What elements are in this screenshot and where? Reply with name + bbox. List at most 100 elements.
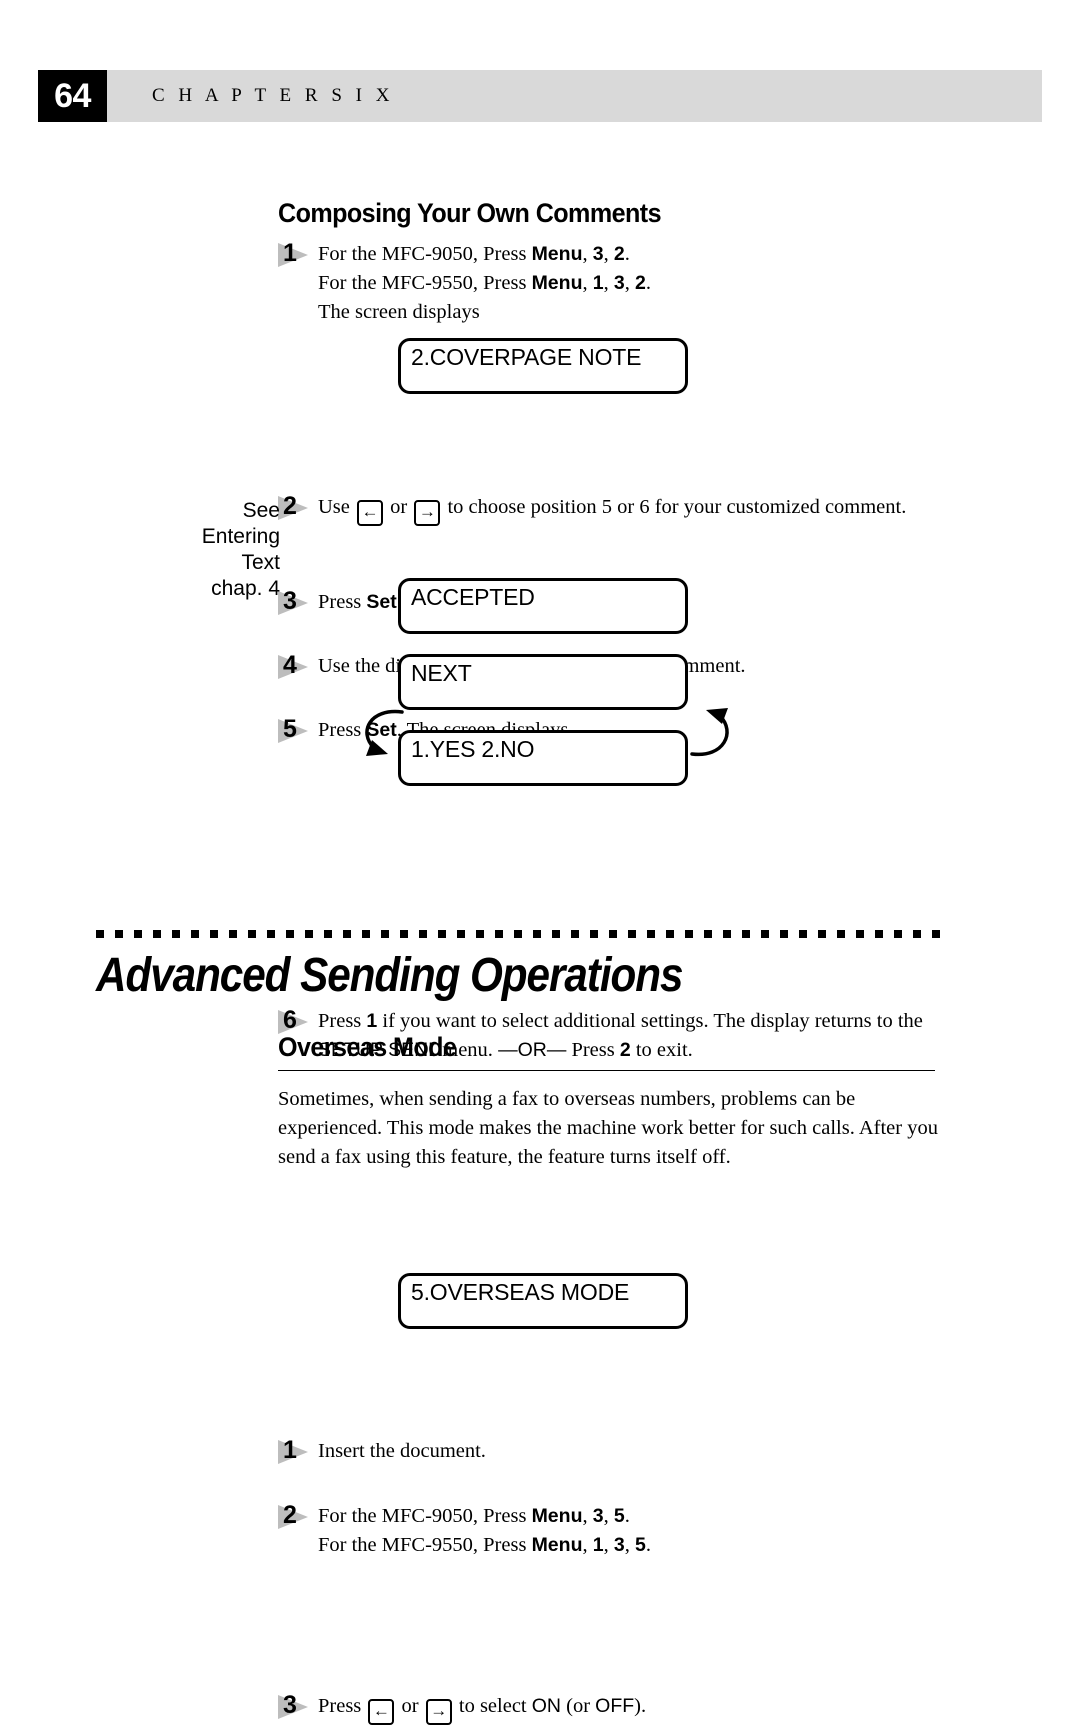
- step-text: ,: [603, 1505, 614, 1527]
- step-line: For the MFC-9550, Press Menu, 1, 3, 5.: [318, 1531, 978, 1560]
- step-text: ).: [634, 1695, 647, 1717]
- key-digit: 3: [613, 1534, 625, 1556]
- step-text: Insert the document.: [318, 1440, 486, 1462]
- key-digit: 2: [634, 272, 646, 294]
- step-number-marker: 4: [278, 651, 312, 679]
- key-menu: Menu: [531, 243, 583, 265]
- step-line: For the MFC-9550, Press Menu, 1, 3, 2.: [318, 269, 978, 298]
- step-text: (or: [561, 1695, 596, 1717]
- lcd-text: 2.COVERPAGE NOTE: [411, 344, 642, 370]
- step-text: ,: [624, 272, 635, 294]
- step-number: 5: [283, 715, 297, 743]
- step-text: .: [645, 1534, 651, 1556]
- section-heading-text: Composing Your Own Comments: [278, 198, 662, 228]
- step-text: .: [645, 272, 651, 294]
- step-text: ,: [624, 1534, 635, 1556]
- key-digit: 5: [634, 1534, 646, 1556]
- step-text: ,: [603, 1534, 614, 1556]
- step-number-marker: 5: [278, 715, 312, 743]
- step-number-marker: 2: [278, 492, 312, 520]
- step-overseas-3: 3 Press ← or → to select ON (or OFF).: [278, 1691, 978, 1725]
- step-line: For the MFC-9050, Press Menu, 3, 2.: [318, 240, 978, 269]
- value-on: ON: [531, 1695, 561, 1717]
- lcd-display-coverpage-note: 2.COVERPAGE NOTE: [398, 338, 688, 394]
- step-composing-2: 2 Use ← or → to choose position 5 or 6 f…: [278, 492, 978, 526]
- step-number: 2: [283, 492, 297, 520]
- key-digit: 3: [592, 1505, 604, 1527]
- step-number-marker: 6: [278, 1006, 312, 1034]
- step-text: .: [624, 1505, 630, 1527]
- section-rule: [278, 1070, 935, 1071]
- key-menu: Menu: [531, 1505, 583, 1527]
- step-number: 6: [283, 1006, 297, 1034]
- step-text: For the MFC-9550, Press: [318, 272, 532, 294]
- step-text: ,: [582, 1505, 593, 1527]
- step-overseas-1: 1 Insert the document.: [278, 1436, 978, 1466]
- step-number: 3: [283, 587, 297, 615]
- step-line: For the MFC-9050, Press Menu, 3, 5.: [318, 1502, 978, 1531]
- step-text: to select: [453, 1695, 532, 1717]
- key-digit: 3: [592, 243, 604, 265]
- step-text: ,: [582, 243, 593, 265]
- arrow-left-key-icon: ←: [368, 1699, 395, 1725]
- lcd-display-accepted: ACCEPTED: [398, 578, 688, 634]
- step-text: Press: [318, 1695, 367, 1717]
- cycle-arrows-group: [340, 680, 760, 790]
- step-number: 3: [283, 1691, 297, 1719]
- lcd-text: 5.OVERSEAS MODE: [411, 1279, 630, 1305]
- lcd-display-overseas-mode: 5.OVERSEAS MODE: [398, 1273, 688, 1329]
- page-number-badge: 64: [38, 70, 107, 122]
- step-text: if you want to select additional setting…: [377, 1010, 923, 1032]
- step-number: 1: [283, 1436, 297, 1464]
- step-text: Use: [318, 496, 356, 518]
- arrow-right-key-icon: →: [425, 1699, 452, 1725]
- heading-composing-your-own-comments: Composing Your Own Comments: [278, 198, 938, 229]
- chapter-header-bar: C H A P T E R S I X: [107, 70, 1042, 122]
- step-text: Press: [318, 1010, 367, 1032]
- heading-overseas-mode: Overseas Mode: [278, 1032, 938, 1071]
- key-digit: 5: [613, 1505, 625, 1527]
- step-line: The screen displays: [318, 301, 480, 323]
- value-off: OFF: [595, 1695, 635, 1717]
- margin-note-line: chap. 4: [211, 577, 280, 600]
- key-digit: 2: [613, 243, 625, 265]
- step-text: For the MFC-9550, Press: [318, 1534, 532, 1556]
- step-number-marker: 3: [278, 1691, 312, 1719]
- margin-note-entering-text: See Entering Text chap. 4: [120, 498, 280, 602]
- step-number-marker: 1: [278, 1436, 312, 1464]
- step-text: ,: [582, 1534, 593, 1556]
- step-number-marker: 2: [278, 1501, 312, 1529]
- step-number: 1: [283, 239, 297, 267]
- step-text: or: [385, 496, 413, 518]
- step-composing-1: 1 For the MFC-9050, Press Menu, 3, 2. Fo…: [278, 239, 978, 327]
- step-overseas-2: 2 For the MFC-9050, Press Menu, 3, 5. Fo…: [278, 1501, 978, 1560]
- step-number: 4: [283, 651, 297, 679]
- key-set: Set: [366, 591, 397, 613]
- key-digit: 3: [613, 272, 625, 294]
- key-digit: 1: [366, 1010, 378, 1032]
- overseas-intro-paragraph: Sometimes, when sending a fax to oversea…: [278, 1088, 938, 1168]
- chapter-title: Advanced Sending Operations: [96, 949, 683, 1002]
- step-text: ,: [582, 272, 593, 294]
- step-text: .: [624, 243, 630, 265]
- decorative-dot-rule: [96, 930, 941, 938]
- chapter-title-block: Advanced Sending Operations: [96, 930, 941, 1003]
- arrow-right-key-icon: →: [414, 500, 441, 526]
- step-text: For the MFC-9050, Press: [318, 243, 532, 265]
- key-menu: Menu: [531, 1534, 583, 1556]
- step-number-marker: 1: [278, 239, 312, 267]
- step-text: ,: [603, 272, 614, 294]
- step-number-marker: 3: [278, 587, 312, 615]
- margin-note-line: Entering: [201, 525, 280, 548]
- step-text: to choose position 5 or 6 for your custo…: [442, 496, 907, 518]
- step-text: Press: [318, 591, 367, 613]
- step-text: or: [396, 1695, 424, 1717]
- chapter-label: C H A P T E R S I X: [152, 85, 394, 106]
- section-heading-text: Overseas Mode: [278, 1032, 457, 1062]
- margin-note-line: Text: [241, 551, 280, 574]
- arrow-left-key-icon: ←: [357, 500, 384, 526]
- step-text: For the MFC-9050, Press: [318, 1505, 532, 1527]
- key-digit: 1: [592, 272, 604, 294]
- key-digit: 1: [592, 1534, 604, 1556]
- margin-note-line: See: [242, 499, 280, 522]
